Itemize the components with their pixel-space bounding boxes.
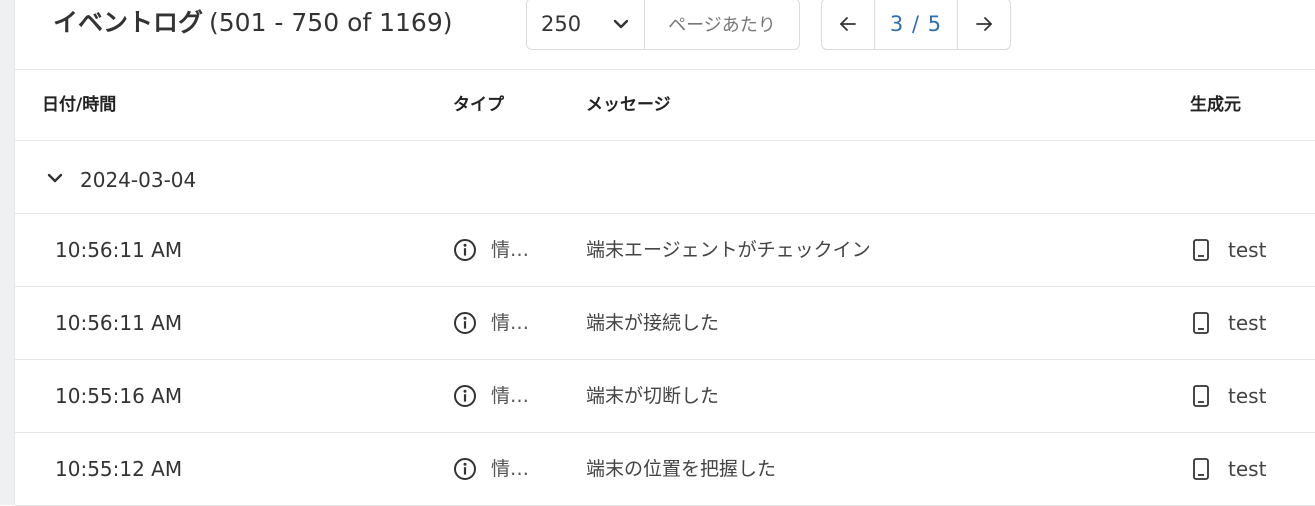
table-row[interactable]: 10:55:12 AM 情… 端末の位置を把握した test <box>15 433 1315 506</box>
event-message: 端末エージェントがチェックイン <box>586 239 871 261</box>
event-source-label: test <box>1228 384 1267 408</box>
event-message: 端末の位置を把握した <box>586 458 777 480</box>
title-text: イベントログ <box>53 8 204 37</box>
column-header-message[interactable]: メッセージ <box>586 70 671 140</box>
event-message: 端末が接続した <box>586 312 720 334</box>
event-source-label: test <box>1228 311 1267 335</box>
event-type: 情… <box>453 214 529 286</box>
event-source: test <box>1190 287 1266 359</box>
event-log-panel: イベントログ (501 - 750 of 1169) 250 ページあたり 3 /… <box>15 0 1315 506</box>
event-source: test <box>1190 214 1266 286</box>
event-type-label: 情… <box>491 239 530 261</box>
next-page-button[interactable] <box>958 0 1010 49</box>
arrow-right-icon <box>976 17 992 31</box>
info-icon <box>454 239 476 261</box>
mobile-device-icon <box>1193 239 1209 261</box>
per-page-control: 250 ページあたり <box>526 0 800 50</box>
event-source-label: test <box>1228 238 1267 262</box>
page-title: イベントログ (501 - 750 of 1169) <box>53 5 453 41</box>
mobile-device-icon <box>1193 458 1209 480</box>
event-message: 端末が切断した <box>586 385 720 407</box>
event-log-header: イベントログ (501 - 750 of 1169) 250 ページあたり 3 /… <box>15 0 1315 70</box>
table-row[interactable]: 10:56:11 AM 情… 端末エージェントがチェックイン test <box>15 214 1315 287</box>
table-header: 日付/時間 タイプ メッセージ 生成元 <box>15 70 1315 141</box>
per-page-select[interactable]: 250 <box>527 0 645 49</box>
mobile-device-icon <box>1193 385 1209 407</box>
column-header-datetime[interactable]: 日付/時間 <box>42 70 116 140</box>
per-page-value: 250 <box>541 12 582 36</box>
column-header-source[interactable]: 生成元 <box>1190 70 1241 140</box>
event-source: test <box>1190 433 1266 505</box>
event-type-label: 情… <box>491 385 530 407</box>
event-source-label: test <box>1228 457 1267 481</box>
event-rows: 10:56:11 AM 情… 端末エージェントがチェックイン test 10:5… <box>15 214 1315 506</box>
chevron-down-icon[interactable] <box>45 168 65 188</box>
event-type: 情… <box>453 287 529 359</box>
left-sidebar-edge <box>0 0 15 505</box>
event-source: test <box>1190 360 1266 432</box>
record-range: (501 - 750 of 1169) <box>209 8 453 37</box>
event-type: 情… <box>453 360 529 432</box>
page-status: 3 / 5 <box>874 0 958 49</box>
event-type-label: 情… <box>491 312 530 334</box>
date-group-row[interactable]: 2024-03-04 <box>15 141 1315 214</box>
chevron-down-icon <box>613 19 629 29</box>
group-date: 2024-03-04 <box>80 168 197 192</box>
event-type-label: 情… <box>491 458 530 480</box>
info-icon <box>454 385 476 407</box>
info-icon <box>454 458 476 480</box>
info-icon <box>454 312 476 334</box>
arrow-left-icon <box>840 17 856 31</box>
table-row[interactable]: 10:56:11 AM 情… 端末が接続した test <box>15 287 1315 360</box>
table-row[interactable]: 10:55:16 AM 情… 端末が切断した test <box>15 360 1315 433</box>
per-page-label: ページあたり <box>668 15 776 36</box>
previous-page-button[interactable] <box>822 0 874 49</box>
pagination: 3 / 5 <box>821 0 1011 50</box>
mobile-device-icon <box>1193 312 1209 334</box>
event-time: 10:56:11 AM <box>55 238 183 262</box>
event-type: 情… <box>453 433 529 505</box>
event-time: 10:56:11 AM <box>55 311 183 335</box>
event-time: 10:55:12 AM <box>55 457 183 481</box>
event-time: 10:55:16 AM <box>55 384 183 408</box>
column-header-type[interactable]: タイプ <box>453 70 504 140</box>
